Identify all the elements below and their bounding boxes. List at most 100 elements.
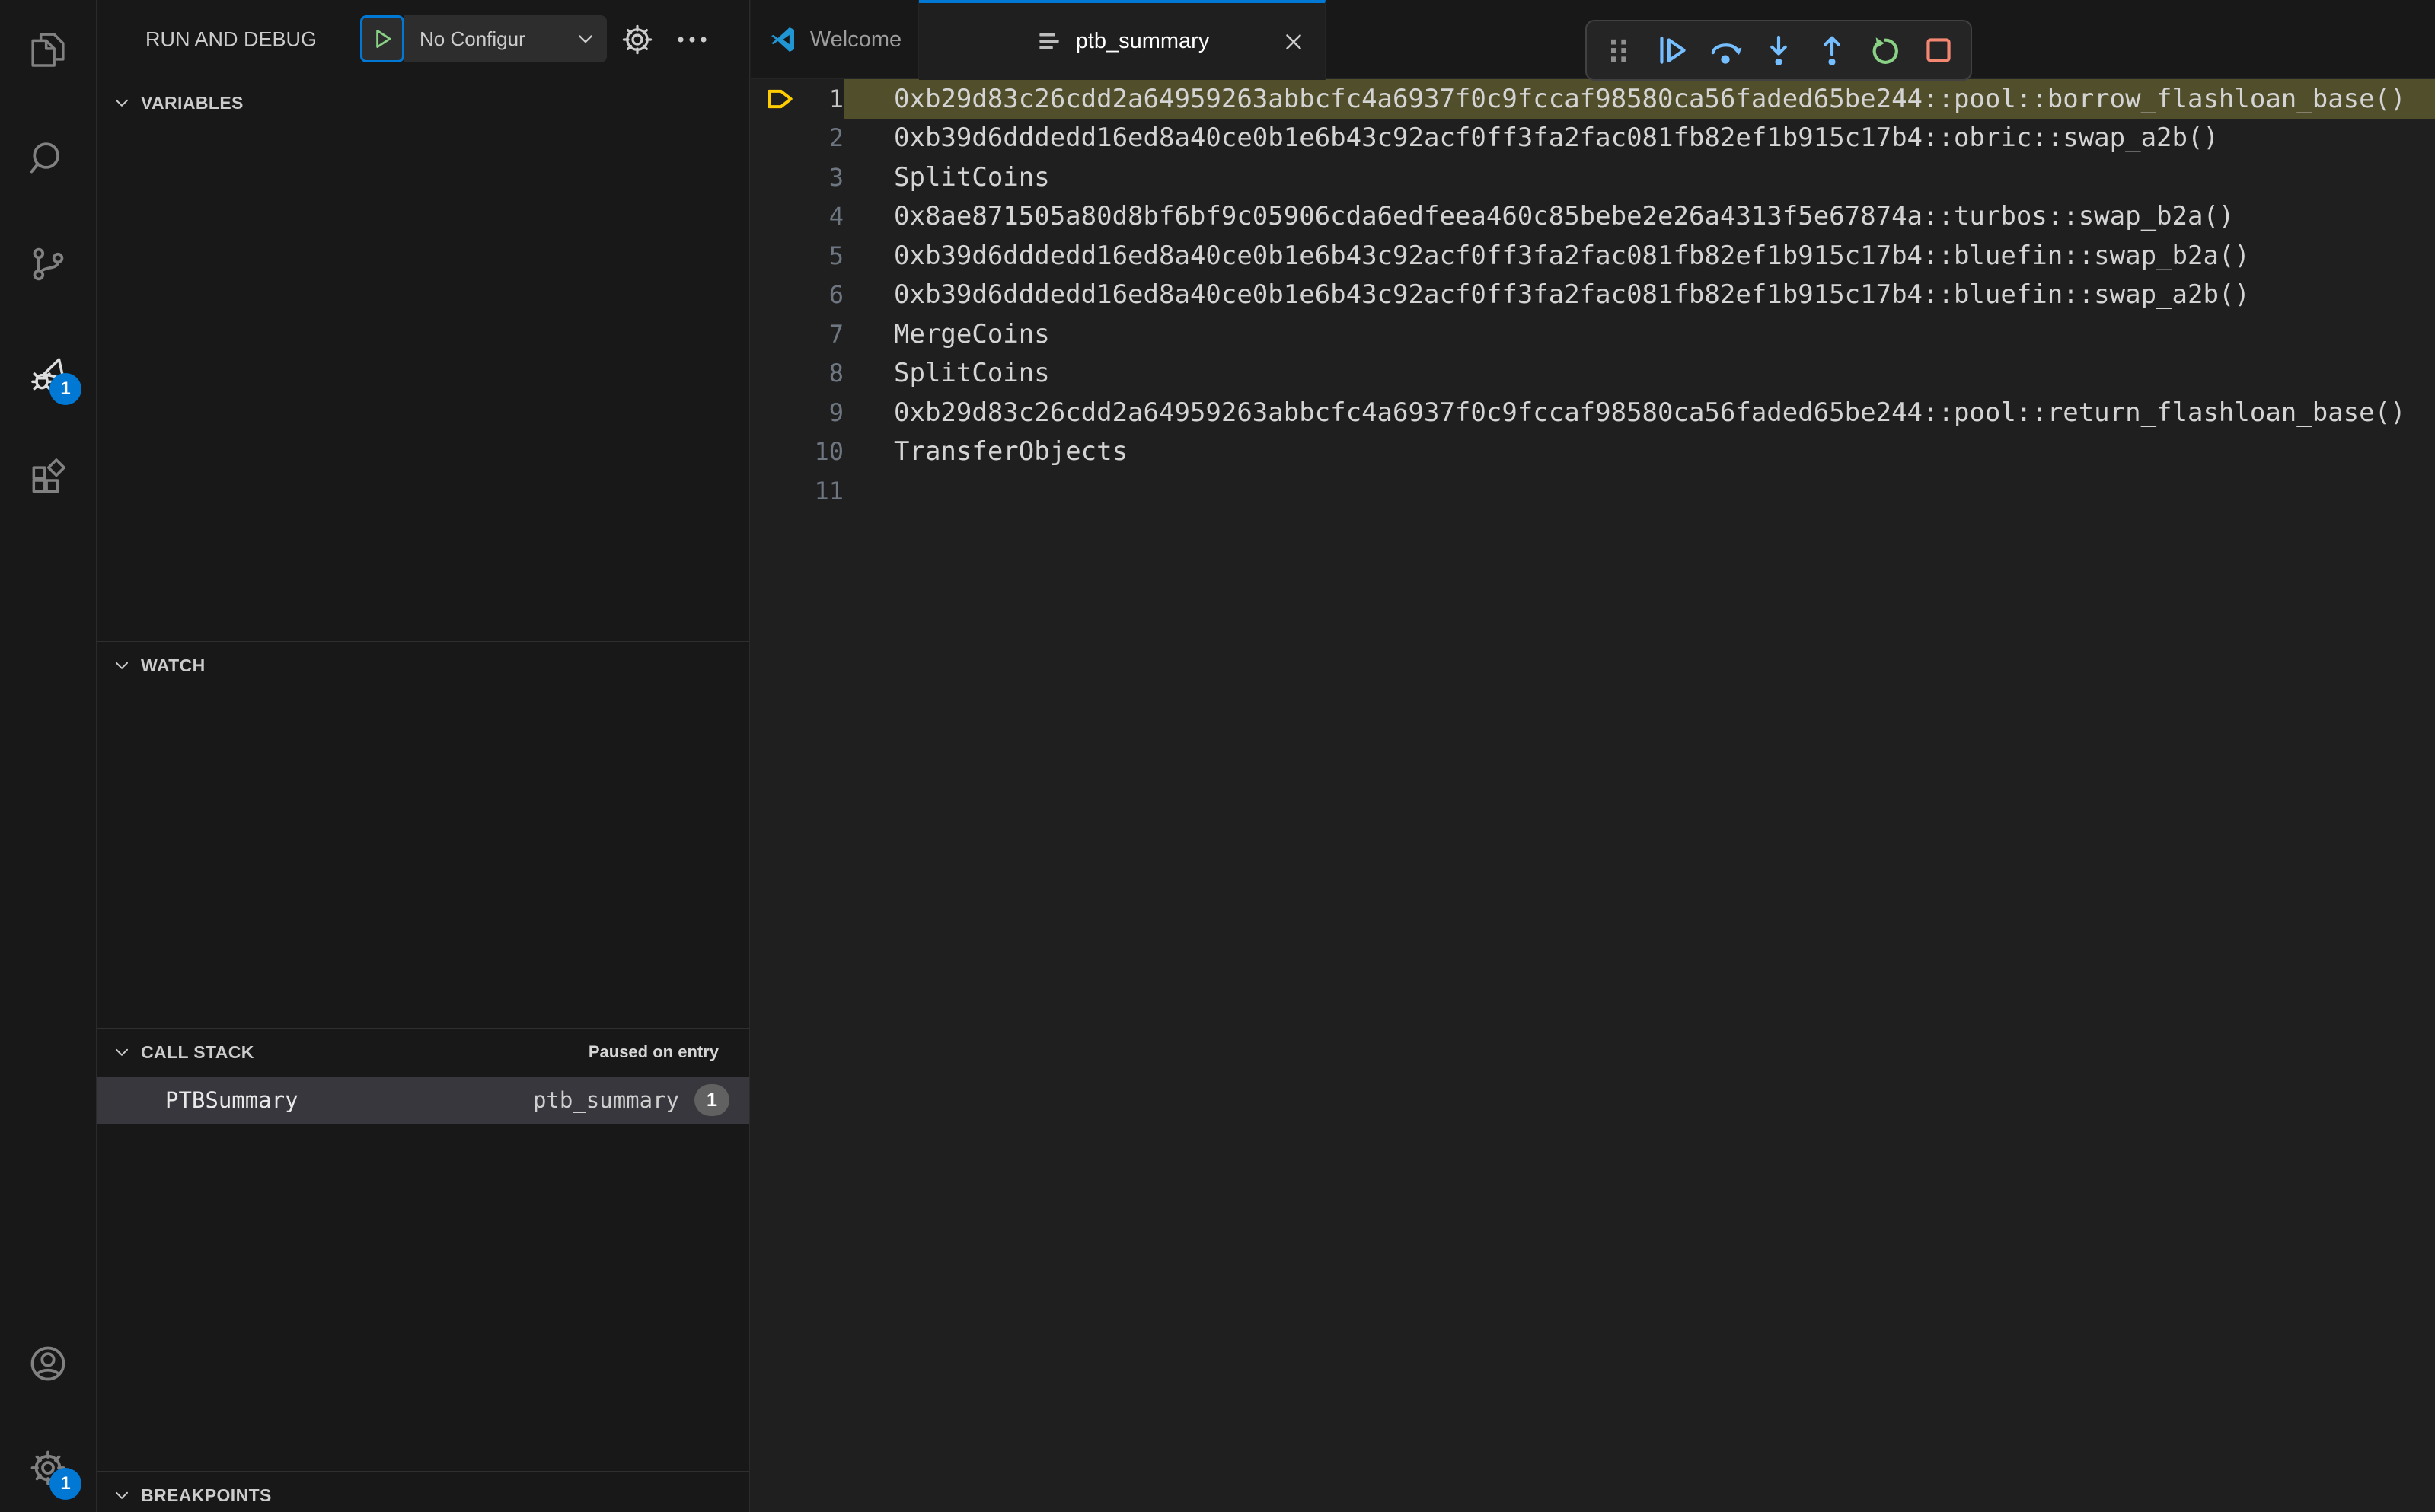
list-icon <box>1035 27 1064 56</box>
launch-control: No Configur <box>360 15 607 62</box>
stop-button[interactable] <box>1917 29 1960 72</box>
extensions-icon <box>27 456 69 499</box>
activity-item-accounts[interactable] <box>24 1339 72 1388</box>
line-content[interactable]: 0xb29d83c26cdd2a64959263abbcfc4a6937f0c9… <box>844 79 2435 119</box>
line-number: 7 <box>828 319 844 349</box>
gutter-glyph[interactable] <box>751 354 796 394</box>
restart-button[interactable] <box>1864 29 1907 72</box>
config-dropdown[interactable]: No Configur <box>404 15 607 62</box>
chevron-down-icon <box>112 656 132 675</box>
gripper-icon <box>1600 31 1638 69</box>
sidebar-title: RUN AND DEBUG <box>145 27 318 51</box>
line-content[interactable]: TransferObjects <box>844 432 2435 472</box>
section-label: WATCH <box>141 655 206 675</box>
close-icon[interactable] <box>1281 29 1307 55</box>
gutter-glyph[interactable] <box>751 276 796 315</box>
gutter-glyph[interactable] <box>751 432 796 472</box>
code-line[interactable]: 5 0xb39d6dddedd16ed8a40ce0b1e6b43c92acf0f… <box>751 236 2435 276</box>
debug-toolbar <box>1585 20 1972 81</box>
source-control-icon <box>27 243 69 285</box>
more-actions-button[interactable] <box>674 21 710 58</box>
code-line[interactable]: 4 0x8ae871505a80d8bf6bf9c05906cda6edfeea4… <box>751 197 2435 237</box>
current-line-marker-icon <box>768 89 793 108</box>
gear-icon <box>619 21 656 58</box>
step-out-icon <box>1813 31 1851 69</box>
section-label: CALL STACK <box>141 1041 254 1062</box>
gutter-glyph[interactable] <box>751 236 796 276</box>
start-debug-button[interactable] <box>360 15 404 62</box>
code-line[interactable]: 11 <box>751 471 2435 511</box>
gutter-glyph[interactable] <box>751 197 796 237</box>
line-number: 4 <box>828 202 844 231</box>
restart-icon <box>1866 31 1904 69</box>
chevron-down-icon <box>112 1485 132 1505</box>
chevron-down-icon <box>112 93 132 113</box>
config-dropdown-label: No Configur <box>420 27 525 50</box>
tab-welcome[interactable]: Welcome <box>751 0 919 79</box>
files-icon <box>27 28 69 71</box>
line-number: 3 <box>828 162 844 192</box>
tab-ptb-summary[interactable]: ptb_summary <box>919 0 1326 80</box>
step-over-button[interactable] <box>1704 29 1747 72</box>
activity-item-source-control[interactable] <box>24 240 72 289</box>
section-label: VARIABLES <box>141 92 244 113</box>
line-content[interactable]: MergeCoins <box>844 314 2435 354</box>
editor-region: Welcome ptb_summary 1 0xb29d83c26cdd2a64… <box>751 0 2435 1512</box>
step-into-icon <box>1760 31 1798 69</box>
gutter-glyph[interactable] <box>751 471 796 511</box>
toolbar-drag-handle[interactable] <box>1597 29 1640 72</box>
editor-lines[interactable]: 1 0xb29d83c26cdd2a64959263abbcfc4a6937f0c… <box>751 79 2435 1512</box>
call-stack-status: Paused on entry <box>588 1042 719 1061</box>
line-content[interactable]: 0xb39d6dddedd16ed8a40ce0b1e6b43c92acf0ff… <box>844 276 2435 315</box>
code-line[interactable]: 1 0xb29d83c26cdd2a64959263abbcfc4a6937f0c… <box>751 79 2435 119</box>
activity-bar: 1 1 <box>0 0 97 1512</box>
call-stack-frame-row[interactable]: PTBSummary ptb_summary 1 <box>97 1077 749 1124</box>
section-header-variables[interactable]: VARIABLES <box>97 79 749 126</box>
code-line[interactable]: 10 TransferObjects <box>751 432 2435 472</box>
gutter-glyph[interactable] <box>751 158 796 197</box>
continue-icon <box>1653 31 1691 69</box>
debug-settings-button[interactable] <box>619 21 656 58</box>
line-content[interactable]: 0xb39d6dddedd16ed8a40ce0b1e6b43c92acf0ff… <box>844 119 2435 158</box>
chevron-down-icon <box>575 28 596 49</box>
settings-badge: 1 <box>49 1468 81 1500</box>
code-line[interactable]: 3 SplitCoins <box>751 158 2435 197</box>
step-over-icon <box>1706 31 1744 69</box>
section-header-watch[interactable]: WATCH <box>97 642 749 689</box>
line-content[interactable]: 0x8ae871505a80d8bf6bf9c05906cda6edfeea46… <box>844 197 2435 237</box>
frame-file: ptb_summary <box>532 1087 679 1113</box>
line-number: 6 <box>828 280 844 310</box>
continue-button[interactable] <box>1651 29 1693 72</box>
line-content[interactable]: SplitCoins <box>844 354 2435 394</box>
debug-badge: 1 <box>49 373 81 405</box>
section-header-call-stack[interactable]: CALL STACK Paused on entry <box>97 1029 749 1076</box>
line-content[interactable]: 0xb29d83c26cdd2a64959263abbcfc4a6937f0c9… <box>844 393 2435 432</box>
step-out-button[interactable] <box>1811 29 1853 72</box>
gutter-glyph[interactable] <box>751 314 796 354</box>
activity-item-explorer[interactable] <box>24 25 72 74</box>
line-content[interactable] <box>844 471 2435 511</box>
section-label: BREAKPOINTS <box>141 1485 272 1505</box>
code-line[interactable]: 7 MergeCoins <box>751 314 2435 354</box>
activity-item-search[interactable] <box>24 134 72 183</box>
activity-item-run-and-debug[interactable]: 1 <box>24 349 81 405</box>
activity-item-settings[interactable]: 1 <box>24 1443 81 1500</box>
gutter-glyph[interactable] <box>751 393 796 432</box>
code-line[interactable]: 2 0xb39d6dddedd16ed8a40ce0b1e6b43c92acf0f… <box>751 119 2435 158</box>
line-content[interactable]: SplitCoins <box>844 158 2435 197</box>
code-line[interactable]: 6 0xb39d6dddedd16ed8a40ce0b1e6b43c92acf0f… <box>751 276 2435 315</box>
section-header-breakpoints[interactable]: BREAKPOINTS <box>97 1472 749 1512</box>
frame-name: PTBSummary <box>165 1087 298 1113</box>
line-number: 10 <box>814 437 844 467</box>
code-line[interactable]: 9 0xb29d83c26cdd2a64959263abbcfc4a6937f0c… <box>751 393 2435 432</box>
step-into-button[interactable] <box>1757 29 1800 72</box>
code-line[interactable]: 8 SplitCoins <box>751 354 2435 394</box>
line-number: 11 <box>814 476 844 506</box>
sidebar-header: RUN AND DEBUG No Configur <box>97 0 749 79</box>
tab-label: Welcome <box>809 27 902 52</box>
line-number: 1 <box>828 84 844 113</box>
gutter-glyph[interactable] <box>751 119 796 158</box>
gutter-glyph[interactable] <box>751 79 796 119</box>
line-content[interactable]: 0xb39d6dddedd16ed8a40ce0b1e6b43c92acf0ff… <box>844 236 2435 276</box>
activity-item-extensions[interactable] <box>24 453 72 502</box>
